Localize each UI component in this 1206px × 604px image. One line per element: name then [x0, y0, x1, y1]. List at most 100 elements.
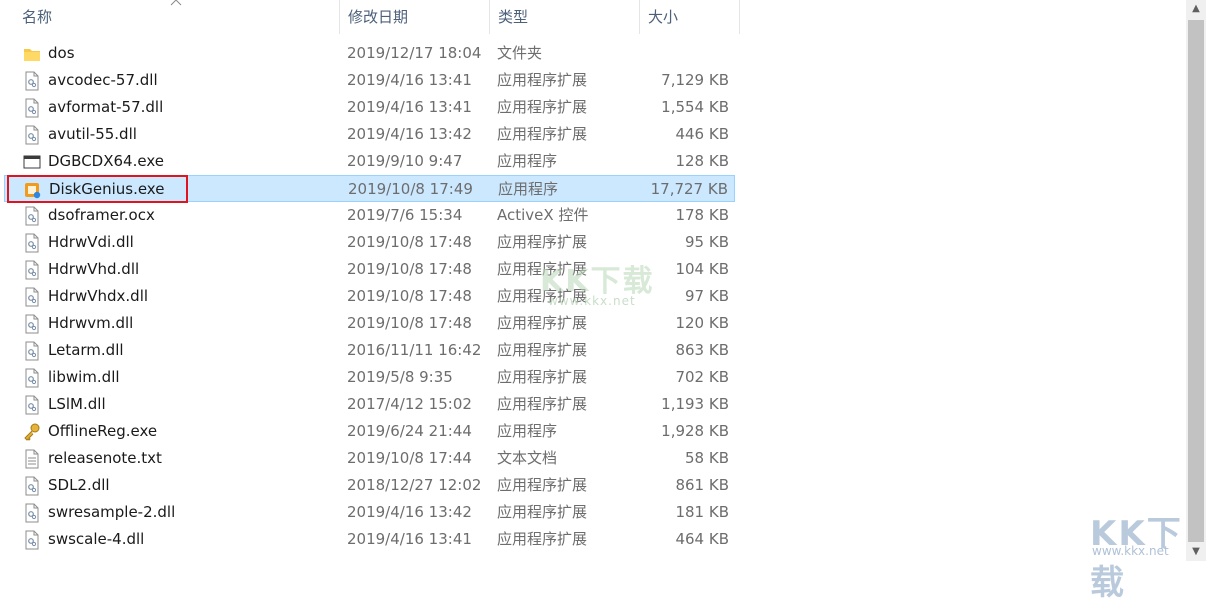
file-name: releasenote.txt	[48, 449, 162, 467]
column-header-type[interactable]: 类型	[490, 0, 639, 34]
file-size: 7,129 KB	[661, 71, 729, 89]
file-row[interactable]: DGBCDX64.exe 2019/9/10 9:47 应用程序 128 KB	[4, 148, 735, 175]
column-header-name[interactable]: 名称	[14, 0, 340, 34]
file-row[interactable]: avformat-57.dll 2019/4/16 13:41 应用程序扩展 1,55…	[4, 94, 735, 121]
file-modified-date: 2019/10/8 17:44	[347, 449, 472, 467]
file-type: 应用程序扩展	[497, 125, 588, 143]
column-divider[interactable]	[739, 0, 740, 34]
file-size: 178 KB	[675, 206, 729, 224]
file-name: dos	[48, 44, 75, 62]
file-modified-date: 2016/11/11 16:42	[347, 341, 482, 359]
file-row[interactable]: libwim.dll 2019/5/8 9:35 应用程序扩展 702 KB	[4, 364, 735, 391]
dll-file-icon	[23, 503, 41, 523]
file-name: swresample-2.dll	[48, 503, 176, 521]
file-size: 104 KB	[675, 260, 729, 278]
text-file-icon	[23, 449, 41, 469]
file-type: 应用程序扩展	[497, 530, 588, 548]
file-row[interactable]: Letarm.dll 2016/11/11 16:42 应用程序扩展 863 KB	[4, 337, 735, 364]
file-row[interactable]: avcodec-57.dll 2019/4/16 13:41 应用程序扩展 7,129…	[4, 67, 735, 94]
file-size: 702 KB	[675, 368, 729, 386]
file-type: 应用程序扩展	[497, 476, 588, 494]
file-name: HdrwVhdx.dll	[48, 287, 149, 305]
dll-file-icon	[23, 71, 41, 91]
file-row[interactable]: OfflineReg.exe 2019/6/24 21:44 应用程序 1,928 K…	[4, 418, 735, 445]
file-row[interactable]: avutil-55.dll 2019/4/16 13:42 应用程序扩展 446 KB	[4, 121, 735, 148]
file-modified-date: 2019/5/8 9:35	[347, 368, 453, 386]
dll-file-icon	[23, 395, 41, 415]
file-row[interactable]: LSlM.dll 2017/4/12 15:02 应用程序扩展 1,193 KB	[4, 391, 735, 418]
file-modified-date: 2019/10/8 17:48	[347, 287, 472, 305]
file-type: 应用程序扩展	[497, 233, 588, 251]
file-size: 17,727 KB	[650, 180, 728, 198]
file-size: 464 KB	[675, 530, 729, 548]
dll-file-icon	[23, 125, 41, 145]
file-size: 863 KB	[675, 341, 729, 359]
file-modified-date: 2019/10/8 17:48	[347, 314, 472, 332]
file-size: 1,928 KB	[661, 422, 729, 440]
file-row[interactable]: releasenote.txt 2019/10/8 17:44 文本文档 58 KB	[4, 445, 735, 472]
file-type: 文本文档	[497, 449, 558, 467]
watermark-url: www.kkx.net	[548, 294, 636, 308]
column-header-size[interactable]: 大小	[640, 0, 739, 34]
file-name: libwim.dll	[48, 368, 120, 386]
file-name: SDL2.dll	[48, 476, 110, 494]
file-modified-date: 2019/9/10 9:47	[347, 152, 463, 170]
highlight-annotation-box	[7, 175, 188, 203]
file-type: 应用程序扩展	[497, 368, 588, 386]
file-type: 应用程序	[497, 422, 558, 440]
file-row[interactable]: swscale-4.dll 2019/4/16 13:41 应用程序扩展 464 KB	[4, 526, 735, 553]
scroll-up-arrow-icon[interactable]: ▲	[1186, 0, 1206, 18]
file-modified-date: 2019/12/17 18:04	[347, 44, 482, 62]
dll-file-icon	[23, 530, 41, 550]
file-modified-date: 2019/4/16 13:41	[347, 71, 472, 89]
key-icon	[23, 422, 41, 442]
file-name: avutil-55.dll	[48, 125, 137, 143]
file-size: 95 KB	[685, 233, 729, 251]
dll-file-icon	[23, 206, 41, 226]
dll-file-icon	[23, 260, 41, 280]
file-type: 应用程序扩展	[497, 314, 588, 332]
dll-file-icon	[23, 314, 41, 334]
column-header-date[interactable]: 修改日期	[340, 0, 489, 34]
file-modified-date: 2019/4/16 13:42	[347, 503, 472, 521]
dll-file-icon	[23, 287, 41, 307]
file-row[interactable]: dos 2019/12/17 18:04 文件夹	[4, 40, 735, 67]
file-size: 120 KB	[675, 314, 729, 332]
file-size: 1,193 KB	[661, 395, 729, 413]
file-type: 应用程序扩展	[497, 503, 588, 521]
file-modified-date: 2019/10/8 17:48	[347, 233, 472, 251]
file-row[interactable]: swresample-2.dll 2019/4/16 13:42 应用程序扩展 181…	[4, 499, 735, 526]
column-header-bar: 名称 修改日期 类型 大小	[0, 0, 1186, 36]
file-type: 应用程序扩展	[497, 341, 588, 359]
file-size: 181 KB	[675, 503, 729, 521]
file-name: LSlM.dll	[48, 395, 106, 413]
window-exe-icon	[23, 152, 41, 172]
file-row[interactable]: SDL2.dll 2018/12/27 12:02 应用程序扩展 861 KB	[4, 472, 735, 499]
file-modified-date: 2018/12/27 12:02	[347, 476, 482, 494]
file-name: swscale-4.dll	[48, 530, 145, 548]
file-row[interactable]: dsoframer.ocx 2019/7/6 15:34 ActiveX 控件 178…	[4, 202, 735, 229]
file-modified-date: 2017/4/12 15:02	[347, 395, 472, 413]
dll-file-icon	[23, 341, 41, 361]
scroll-down-arrow-icon[interactable]: ▼	[1186, 543, 1206, 561]
vertical-scrollbar[interactable]: ▲ ▼	[1186, 0, 1206, 561]
file-modified-date: 2019/10/8 17:49	[348, 180, 473, 198]
file-name: Letarm.dll	[48, 341, 124, 359]
file-type: 应用程序扩展	[497, 98, 588, 116]
file-size: 861 KB	[675, 476, 729, 494]
file-row[interactable]: HdrwVdi.dll 2019/10/8 17:48 应用程序扩展 95 KB	[4, 229, 735, 256]
file-type: ActiveX 控件	[497, 206, 589, 224]
file-size: 1,554 KB	[661, 98, 729, 116]
watermark-url-corner: www.kkx.net	[1092, 544, 1169, 558]
file-row[interactable]: Hdrwvm.dll 2019/10/8 17:48 应用程序扩展 120 KB	[4, 310, 735, 337]
dll-file-icon	[23, 98, 41, 118]
file-size: 58 KB	[685, 449, 729, 467]
file-name: HdrwVdi.dll	[48, 233, 134, 251]
file-name: OfflineReg.exe	[48, 422, 158, 440]
scrollbar-thumb[interactable]	[1188, 20, 1204, 542]
file-modified-date: 2019/7/6 15:34	[347, 206, 463, 224]
file-size: 446 KB	[675, 125, 729, 143]
file-modified-date: 2019/10/8 17:48	[347, 260, 472, 278]
file-size: 128 KB	[675, 152, 729, 170]
dll-file-icon	[23, 476, 41, 496]
